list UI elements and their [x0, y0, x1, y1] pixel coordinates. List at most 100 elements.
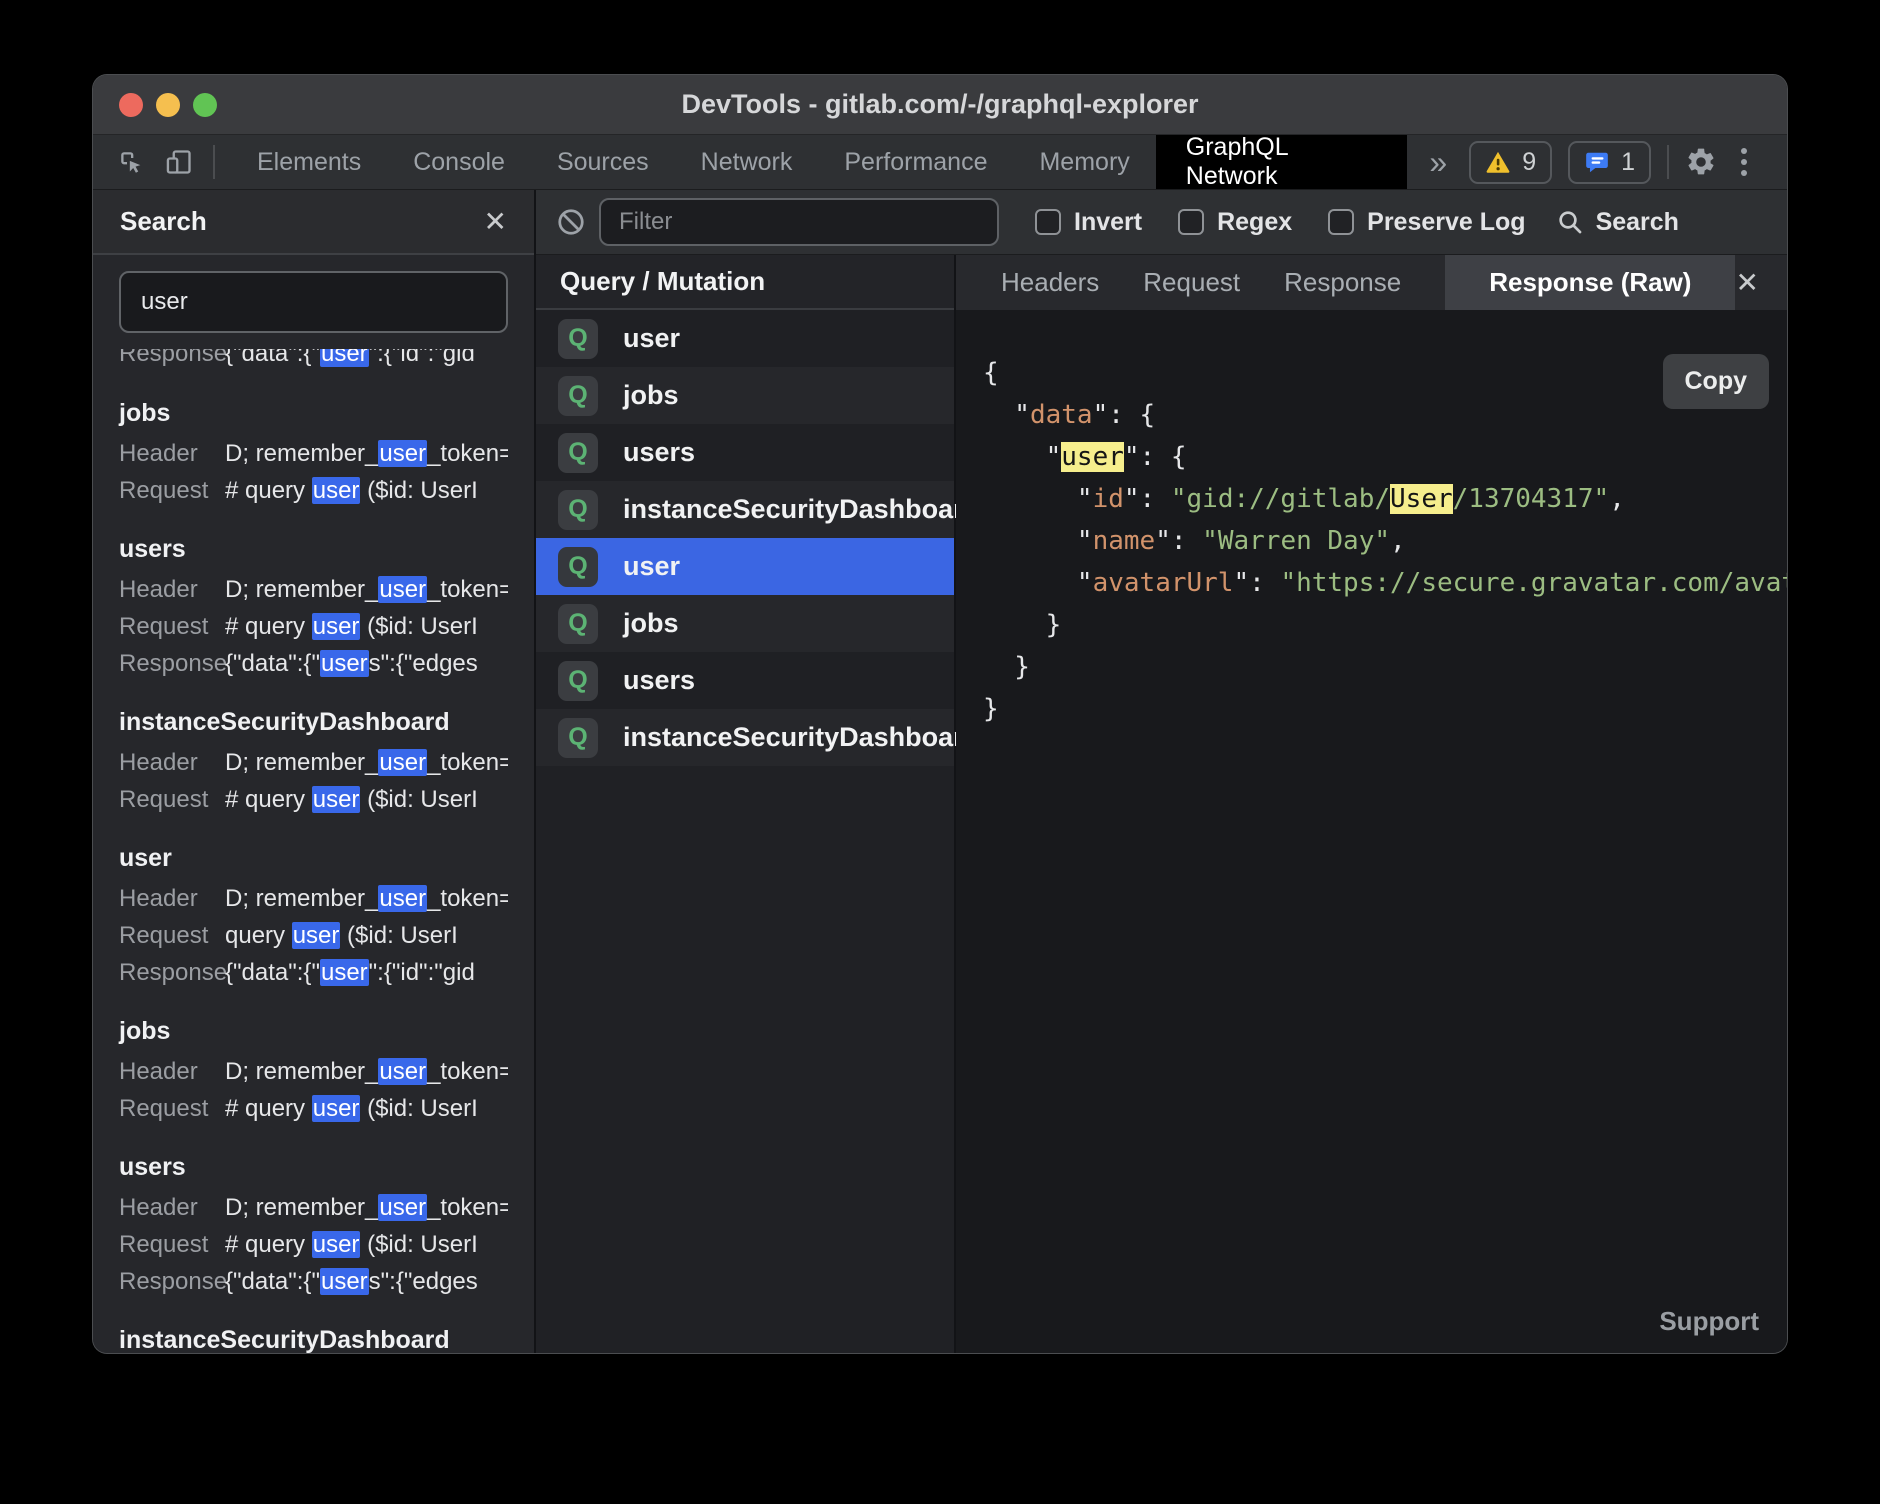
query-list-item[interactable]: Qusers: [536, 424, 954, 481]
json-string: "gid://gitlab/: [1171, 484, 1390, 514]
status-separator: [1667, 145, 1669, 179]
checkbox-box-invert[interactable]: [1035, 209, 1061, 235]
search-result-row[interactable]: HeaderD; remember_user_token=e: [119, 880, 508, 917]
query-list-item[interactable]: Qjobs: [536, 367, 954, 424]
message-icon: [1584, 149, 1610, 175]
query-list-item[interactable]: QinstanceSecurityDashboard: [536, 481, 954, 538]
close-window-button[interactable]: [119, 93, 143, 117]
tab-sources[interactable]: Sources: [531, 135, 675, 189]
search-result-row[interactable]: Response{"data":{"user":{"id":"gid: [119, 349, 508, 372]
search-result-row[interactable]: HeaderD; remember_user_token=e: [119, 435, 508, 472]
query-list-item[interactable]: Quser: [536, 538, 954, 595]
minimize-window-button[interactable]: [156, 93, 180, 117]
search-result-row[interactable]: Request# query user ($id: UserI: [119, 472, 508, 509]
text-segment: # query: [225, 613, 312, 640]
zoom-window-button[interactable]: [193, 93, 217, 117]
search-result-row[interactable]: HeaderD; remember_user_token=e: [119, 744, 508, 781]
text-segment: {"data":{": [225, 1268, 320, 1295]
search-result-row[interactable]: Response{"data":{"users":{"edges: [119, 1263, 508, 1300]
result-row-label: Request: [119, 1095, 225, 1123]
result-row-value: D; remember_user_token=e: [225, 1194, 508, 1222]
match-highlight: User: [1390, 484, 1453, 514]
settings-gear-icon[interactable]: [1685, 146, 1717, 178]
more-tabs-chevron-icon[interactable]: »: [1407, 135, 1469, 189]
search-result-row[interactable]: Request# query user ($id: UserI: [119, 608, 508, 645]
query-type-badge: Q: [558, 433, 598, 473]
result-row-label: Response: [119, 349, 225, 368]
query-type-badge: Q: [558, 376, 598, 416]
query-list-item[interactable]: Quser: [536, 310, 954, 367]
copy-button[interactable]: Copy: [1663, 354, 1770, 409]
device-toolbar-icon[interactable]: [165, 148, 193, 176]
match-highlight: user: [1061, 442, 1124, 472]
search-results-list: Response{"data":{"user":{"id":"gid jobs He…: [93, 349, 534, 1353]
warnings-badge[interactable]: 9: [1469, 141, 1552, 184]
json-key: avatarUrl: [1093, 568, 1234, 598]
json-line: "avatarUrl": "https://secure.gravatar.co…: [983, 562, 1787, 604]
checkbox-invert[interactable]: Invert: [1035, 208, 1142, 237]
kebab-menu-icon[interactable]: [1733, 148, 1755, 176]
search-result-section: jobsHeaderD; remember_user_token=eReques…: [119, 1015, 508, 1127]
clear-requests-icon[interactable]: [548, 207, 594, 237]
search-close-icon[interactable]: ✕: [484, 208, 507, 236]
search-result-row[interactable]: Response{"data":{"user":{"id":"gid: [119, 954, 508, 991]
search-input[interactable]: [119, 271, 508, 333]
detail-tab-response-raw[interactable]: Response (Raw): [1445, 255, 1735, 310]
warning-icon: [1485, 149, 1511, 175]
search-result-section: Response{"data":{"user":{"id":"gid: [119, 349, 508, 373]
checkbox-regex[interactable]: Regex: [1178, 208, 1292, 237]
text-segment: D; remember_: [225, 885, 378, 912]
tab-performance[interactable]: Performance: [818, 135, 1013, 189]
search-result-row[interactable]: HeaderD; remember_user_token=e: [119, 1189, 508, 1226]
result-row-value: {"data":{"users":{"edges: [225, 650, 478, 678]
detail-close-icon[interactable]: ✕: [1736, 269, 1759, 297]
search-result-row[interactable]: Requestquery user ($id: UserI: [119, 917, 508, 954]
search-result-row[interactable]: Request# query user ($id: UserI: [119, 1090, 508, 1127]
query-item-label: users: [623, 665, 695, 696]
checkbox-box-preserve-log[interactable]: [1328, 209, 1354, 235]
tab-graphql-network[interactable]: GraphQL Network: [1156, 135, 1408, 189]
search-match-highlight: user: [292, 922, 341, 949]
search-result-row[interactable]: HeaderD; remember_user_token=e: [119, 571, 508, 608]
query-item-label: instanceSecurityDashboard: [623, 722, 980, 753]
detail-tab-bar: Headers Request Response Response (Raw) ✕: [956, 255, 1787, 310]
search-section-title: jobs: [119, 1015, 508, 1047]
search-result-row[interactable]: HeaderD; remember_user_token=e: [119, 1053, 508, 1090]
detail-tab-request[interactable]: Request: [1143, 255, 1240, 310]
result-row-value: D; remember_user_token=e: [225, 885, 508, 913]
search-match-highlight: user: [312, 477, 361, 504]
network-search-toggle[interactable]: Search: [1556, 208, 1679, 237]
text-segment: _token=e: [427, 749, 508, 776]
search-result-row[interactable]: Request# query user ($id: UserI: [119, 1226, 508, 1263]
text-segment: }: [983, 694, 999, 724]
result-row-label: Header: [119, 1058, 225, 1086]
search-result-row[interactable]: Request# query user ($id: UserI: [119, 781, 508, 818]
text-segment: _token=e: [427, 440, 508, 467]
inspect-element-icon[interactable]: [117, 148, 145, 176]
tab-elements[interactable]: Elements: [231, 135, 387, 189]
detail-tab-response[interactable]: Response: [1284, 255, 1401, 310]
search-match-highlight: user: [378, 576, 427, 603]
tab-console[interactable]: Console: [387, 135, 531, 189]
result-row-label: Header: [119, 440, 225, 468]
query-list-item[interactable]: Qusers: [536, 652, 954, 709]
text-segment: s":{"edges: [369, 650, 478, 677]
tab-memory[interactable]: Memory: [1013, 135, 1155, 189]
text-segment: _token=e: [427, 1194, 508, 1221]
checkbox-preserve-log[interactable]: Preserve Log: [1328, 208, 1525, 237]
checkbox-box-regex[interactable]: [1178, 209, 1204, 235]
detail-tab-headers[interactable]: Headers: [1001, 255, 1099, 310]
text-segment: ": {: [1093, 400, 1156, 430]
support-link[interactable]: Support: [1659, 1306, 1759, 1337]
tab-network[interactable]: Network: [675, 135, 819, 189]
result-row-label: Request: [119, 922, 225, 950]
result-row-value: # query user ($id: UserI: [225, 477, 478, 505]
query-list-item[interactable]: Qjobs: [536, 595, 954, 652]
query-list-item[interactable]: QinstanceSecurityDashboard: [536, 709, 954, 766]
query-item-label: user: [623, 551, 680, 582]
search-result-row[interactable]: Response{"data":{"users":{"edges: [119, 645, 508, 682]
filter-input[interactable]: [599, 198, 999, 246]
query-type-badge: Q: [558, 661, 598, 701]
issues-badge[interactable]: 1: [1568, 141, 1651, 184]
text-segment: }: [983, 652, 1030, 682]
